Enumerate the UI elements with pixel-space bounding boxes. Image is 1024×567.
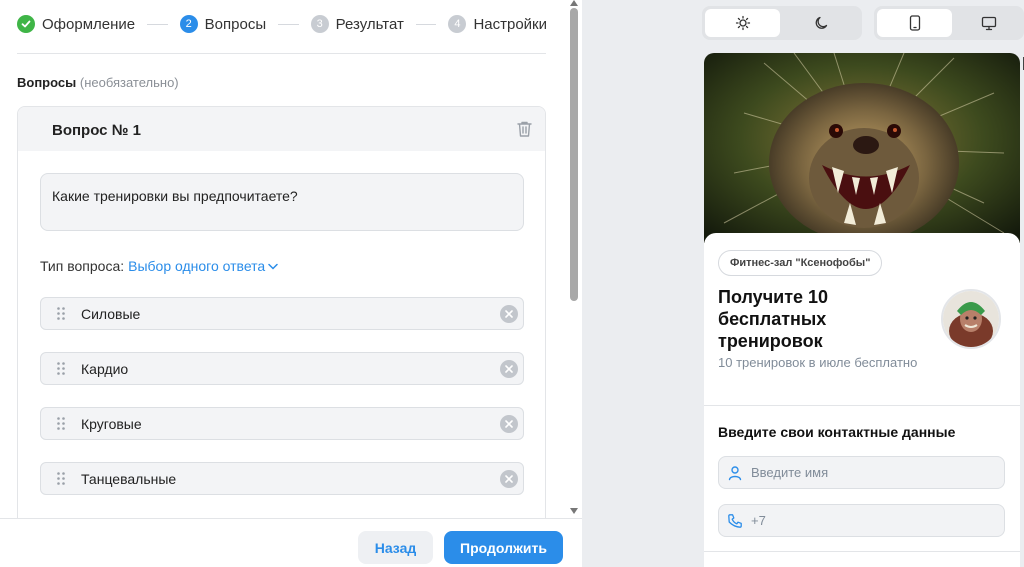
avatar: [941, 289, 1001, 349]
drag-handle-icon[interactable]: [41, 362, 81, 375]
form-title: Введите свои контактные данные: [718, 424, 956, 440]
scroll-down-arrow[interactable]: [570, 508, 578, 514]
desktop-view-button[interactable]: [956, 9, 1021, 37]
drag-handle-icon[interactable]: [41, 417, 81, 430]
answer-option[interactable]: Танцевальные: [40, 462, 524, 495]
step-separator: [278, 23, 299, 25]
remove-icon[interactable]: [500, 469, 518, 488]
question-type: Тип вопроса: Выбор одного ответа: [40, 258, 278, 274]
preview-panel: Фитнес-зал "Ксенофобы" Получите 10 беспл…: [582, 0, 1024, 567]
dark-theme-button[interactable]: [784, 9, 859, 37]
phone-input[interactable]: +7: [718, 504, 1005, 537]
drag-handle-icon[interactable]: [41, 472, 81, 485]
light-theme-button[interactable]: [705, 9, 780, 37]
check-icon: [17, 15, 35, 33]
drag-handle-icon[interactable]: [41, 307, 81, 320]
question-type-label: Тип вопроса:: [40, 258, 125, 274]
mobile-preview: Фитнес-зал "Ксенофобы" Получите 10 беспл…: [704, 53, 1020, 567]
cover-image: [704, 53, 1020, 243]
scroll-thumb[interactable]: [570, 8, 578, 301]
scroll-up-arrow[interactable]: [570, 0, 578, 6]
section-title-text: Вопросы: [17, 75, 77, 90]
section-optional: (необязательно): [79, 75, 179, 90]
remove-icon[interactable]: [500, 359, 518, 378]
company-chip: Фитнес-зал "Ксенофобы": [718, 250, 883, 276]
answer-option[interactable]: Кардио: [40, 352, 524, 385]
phone-input-value: +7: [751, 513, 766, 528]
scrollbar[interactable]: [566, 0, 582, 520]
phone-call-icon: [728, 513, 742, 528]
answer-option[interactable]: Силовые: [40, 297, 524, 330]
name-input[interactable]: Введите имя: [718, 456, 1005, 489]
stepper: Оформление 2 Вопросы 3 Результат 4 Настр…: [17, 12, 547, 36]
step-number: 2: [179, 15, 198, 33]
remove-icon[interactable]: [500, 304, 518, 323]
mobile-view-button[interactable]: [877, 9, 952, 37]
step-label: Настройки: [473, 15, 548, 33]
offer-card: Фитнес-зал "Ксенофобы" Получите 10 беспл…: [704, 233, 1020, 567]
back-button[interactable]: Назад: [358, 531, 433, 564]
section-title: Вопросы (необязательно): [17, 75, 179, 90]
continue-button[interactable]: Продолжить: [444, 531, 563, 564]
phone-icon: [909, 15, 920, 31]
sun-icon: [735, 15, 750, 31]
theme-toggle: [702, 6, 862, 40]
question-text-input[interactable]: Какие тренировки вы предпочитаете?: [40, 173, 524, 231]
step-result[interactable]: 3 Результат: [310, 15, 404, 33]
question-header: Вопрос № 1: [18, 107, 545, 151]
offer-subtitle: 10 тренировок в июле бесплатно: [718, 355, 918, 370]
divider: [704, 551, 1020, 552]
answer-label: Круговые: [81, 415, 142, 432]
question-type-value: Выбор одного ответа: [128, 258, 266, 274]
step-design[interactable]: Оформление: [17, 15, 135, 33]
offer-title: Получите 10 бесплатных тренировок: [718, 287, 829, 351]
answer-label: Танцевальные: [81, 470, 177, 487]
step-separator: [415, 23, 437, 25]
step-separator: [147, 23, 168, 25]
moon-icon: [815, 16, 827, 29]
answer-option[interactable]: Круговые: [40, 407, 524, 440]
quiz-editor: Оформление 2 Вопросы 3 Результат 4 Настр…: [0, 0, 582, 567]
footer: Назад Продолжить: [0, 518, 582, 567]
question-card: Вопрос № 1 Какие тренировки вы предпочит…: [17, 106, 546, 536]
answer-label: Силовые: [81, 305, 141, 322]
divider: [17, 53, 546, 54]
step-number: 4: [448, 15, 467, 33]
answer-label: Кардио: [81, 360, 129, 377]
question-type-select[interactable]: Выбор одного ответа: [128, 258, 278, 274]
step-label: Вопросы: [204, 15, 267, 33]
question-title: Вопрос № 1: [52, 122, 141, 139]
trash-icon[interactable]: [516, 120, 533, 138]
name-input-placeholder: Введите имя: [751, 465, 829, 480]
desktop-icon: [981, 16, 996, 30]
chevron-down-icon: [268, 263, 278, 270]
user-icon: [728, 465, 742, 480]
divider: [704, 405, 1020, 406]
step-settings[interactable]: 4 Настройки: [448, 15, 547, 33]
step-number: 3: [310, 15, 329, 33]
step-label: Результат: [335, 15, 404, 33]
step-questions[interactable]: 2 Вопросы: [179, 15, 267, 33]
step-label: Оформление: [42, 15, 136, 33]
device-toggle: [874, 6, 1024, 40]
remove-icon[interactable]: [500, 414, 518, 433]
